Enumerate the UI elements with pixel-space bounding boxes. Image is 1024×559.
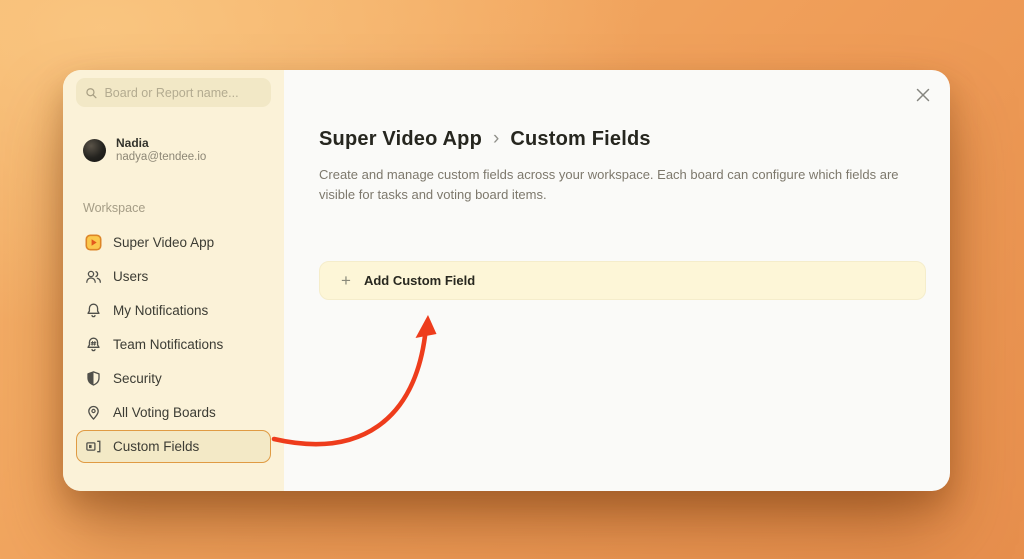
sidebar-item-label: Team Notifications — [113, 337, 223, 352]
search-input[interactable] — [104, 86, 262, 100]
sidebar-item-super-video-app[interactable]: Super Video App — [76, 226, 271, 259]
sidebar-nav: Super Video App Users — [76, 226, 271, 463]
add-custom-field-label: Add Custom Field — [364, 273, 475, 288]
sidebar: Nadia nadya@tendee.io Workspace Super Vi… — [63, 70, 284, 491]
users-icon — [85, 268, 102, 285]
add-custom-field-button[interactable]: + Add Custom Field — [319, 261, 926, 300]
sidebar-item-label: My Notifications — [113, 303, 208, 318]
bell-hash-icon — [85, 336, 102, 353]
sidebar-item-label: Security — [113, 371, 162, 386]
main-panel: Super Video App › Custom Fields Create a… — [284, 70, 950, 491]
user-profile[interactable]: Nadia nadya@tendee.io — [76, 136, 271, 164]
breadcrumb-parent: Super Video App — [319, 128, 482, 151]
sidebar-item-label: Super Video App — [113, 235, 214, 250]
plus-icon: + — [341, 272, 351, 289]
avatar — [83, 139, 106, 162]
workspace-section-label: Workspace — [76, 201, 271, 215]
pin-icon — [85, 404, 102, 421]
close-icon — [915, 87, 931, 103]
close-button[interactable] — [910, 82, 936, 108]
field-icon — [85, 438, 102, 455]
chevron-right-icon: › — [493, 128, 499, 150]
sidebar-item-label: Custom Fields — [113, 439, 199, 454]
settings-modal: Nadia nadya@tendee.io Workspace Super Vi… — [63, 70, 950, 491]
page-description: Create and manage custom fields across y… — [319, 165, 926, 205]
breadcrumb: Super Video App › Custom Fields — [319, 128, 926, 151]
sidebar-item-label: All Voting Boards — [113, 405, 216, 420]
user-name: Nadia — [116, 136, 206, 150]
shield-icon — [85, 370, 102, 387]
bell-icon — [85, 302, 102, 319]
sidebar-item-users[interactable]: Users — [76, 260, 271, 293]
user-info: Nadia nadya@tendee.io — [116, 136, 206, 164]
sidebar-item-team-notifications[interactable]: Team Notifications — [76, 328, 271, 361]
sidebar-item-my-notifications[interactable]: My Notifications — [76, 294, 271, 327]
sidebar-item-security[interactable]: Security — [76, 362, 271, 395]
sidebar-item-all-voting-boards[interactable]: All Voting Boards — [76, 396, 271, 429]
page-title: Custom Fields — [510, 128, 650, 151]
user-email: nadya@tendee.io — [116, 150, 206, 164]
sidebar-item-custom-fields[interactable]: Custom Fields — [76, 430, 271, 463]
play-app-icon — [85, 234, 102, 251]
search-box[interactable] — [76, 78, 271, 107]
sidebar-item-label: Users — [113, 269, 148, 284]
search-icon — [85, 86, 97, 100]
